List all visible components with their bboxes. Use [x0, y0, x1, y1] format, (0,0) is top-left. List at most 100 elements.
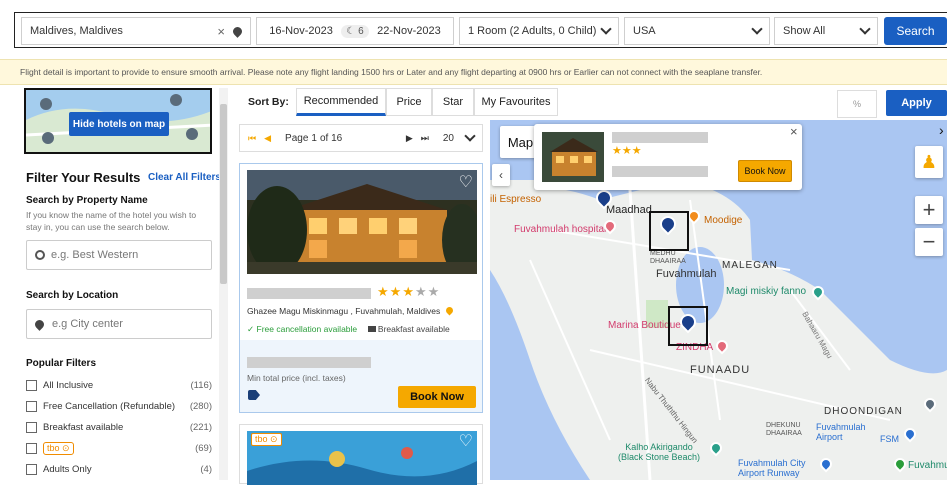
- sort-tab-star[interactable]: Star: [432, 88, 474, 116]
- sort-tab-price[interactable]: Price: [386, 88, 432, 116]
- map-thumbnail[interactable]: Hide hotels on map: [24, 88, 212, 154]
- map-label-dhekunu: DHEKUNU DHAAIRAA: [766, 422, 802, 437]
- checkout-date[interactable]: 22-Nov-2023: [377, 25, 441, 37]
- map-type-label: Map: [507, 134, 534, 150]
- close-icon[interactable]: ×: [790, 124, 798, 139]
- book-now-button[interactable]: Book Now: [398, 386, 476, 408]
- map-hotel-popup[interactable]: ★★★ × Book Now: [534, 124, 802, 190]
- show-select[interactable]: Show All: [774, 17, 878, 45]
- favourite-heart-icon[interactable]: ♡: [459, 172, 473, 192]
- location-search-title: Search by Location: [26, 290, 119, 301]
- filter-tbo[interactable]: tbo ⊙ (69): [26, 440, 212, 456]
- popup-hotel-name-redacted: [612, 132, 708, 143]
- apply-button[interactable]: Apply: [886, 90, 947, 116]
- location-pin-icon[interactable]: [444, 305, 455, 316]
- tbo-badge: tbo ⊙: [43, 441, 74, 455]
- hotel-image[interactable]: tbo ⊙ ♡: [247, 431, 477, 485]
- popup-hotel-image[interactable]: [542, 132, 604, 182]
- hide-map-button[interactable]: Hide hotels on map: [69, 112, 169, 136]
- last-page-icon[interactable]: ⏭: [421, 133, 429, 144]
- highlighted-pin-frame: [649, 211, 689, 251]
- checkbox[interactable]: [26, 379, 37, 391]
- checkbox[interactable]: [26, 442, 37, 454]
- property-search-title: Search by Property Name: [26, 195, 148, 206]
- map-label-maadhad: Maadhad: [606, 204, 652, 216]
- filter-breakfast[interactable]: Breakfast available (221): [26, 419, 212, 435]
- star-icon: ★: [402, 284, 415, 299]
- star-empty-icon: ★: [414, 284, 428, 299]
- sort-tab-favourites[interactable]: My Favourites: [474, 88, 558, 116]
- property-search-placeholder: e.g. Best Western: [51, 249, 139, 261]
- nights-badge: ☾ 6: [341, 24, 369, 38]
- map-label-dhoondigan: DHOONDIGAN: [824, 406, 903, 417]
- map-collapse-icon[interactable]: ‹: [492, 164, 510, 186]
- map-label-malegan: MALEGAN: [722, 260, 778, 271]
- sort-tab-recommended[interactable]: Recommended: [296, 88, 386, 116]
- rooms-select[interactable]: 1 Room (2 Adults, 0 Child): [459, 17, 619, 45]
- search-button[interactable]: Search: [884, 17, 947, 45]
- hotel-address-text: Ghazee Magu Miskinmagu , Fuvahmulah, Mal…: [247, 306, 441, 316]
- filter-label: All Inclusive: [43, 379, 94, 391]
- per-page-select[interactable]: 20: [443, 130, 476, 144]
- checkin-date[interactable]: 16-Nov-2023: [269, 25, 333, 37]
- nationality-select[interactable]: USA: [624, 17, 770, 45]
- property-search-input[interactable]: e.g. Best Western: [26, 240, 212, 270]
- location-pin-icon: [33, 317, 46, 331]
- filter-label: Free Cancellation (Refundable): [43, 400, 176, 412]
- nights-count: 6: [358, 25, 364, 37]
- clear-icon[interactable]: ×: [217, 24, 225, 39]
- popular-filters-title: Popular Filters: [26, 358, 97, 369]
- page-text: Page: [285, 132, 309, 144]
- filter-adults-only[interactable]: Adults Only (4): [26, 461, 212, 477]
- zoom-in-icon[interactable]: +: [915, 196, 943, 224]
- percent-input[interactable]: %: [837, 90, 877, 118]
- search-icon: [35, 250, 45, 260]
- map-label-espresso: ili Espresso: [490, 194, 542, 205]
- show-value: Show All: [783, 25, 826, 37]
- chevron-down-icon: [464, 130, 476, 142]
- checkbox[interactable]: [26, 400, 37, 412]
- filter-count: (221): [189, 421, 212, 433]
- flight-notice: Flight detail is important to provide to…: [0, 59, 947, 85]
- location-search-placeholder: e.g City center: [52, 318, 123, 330]
- moon-icon: ☾: [346, 25, 356, 37]
- sidebar-scrollbar-thumb[interactable]: [220, 104, 227, 284]
- filter-count: (69): [195, 442, 212, 454]
- prev-page-icon[interactable]: ◀: [264, 133, 271, 144]
- nationality-value: USA: [633, 25, 656, 37]
- breakfast-text: Breakfast available: [377, 324, 450, 334]
- map-label-kalho: Kalho Akirigando (Black Stone Beach): [618, 442, 701, 462]
- date-range-field[interactable]: 16-Nov-2023 ☾ 6 22-Nov-2023: [256, 17, 454, 45]
- first-page-icon[interactable]: ⏮: [248, 133, 256, 144]
- favourite-heart-icon[interactable]: ♡: [459, 431, 473, 451]
- clear-filters-link[interactable]: Clear All Filters: [148, 172, 221, 183]
- chevron-down-icon: [600, 23, 612, 35]
- popup-star-rating: ★★★: [612, 144, 642, 157]
- zoom-out-icon[interactable]: −: [915, 228, 943, 256]
- checkbox[interactable]: [26, 421, 37, 433]
- destination-field[interactable]: Maldives, Maldives ×: [21, 17, 251, 45]
- checkbox[interactable]: [26, 463, 37, 475]
- breakfast-icon: [367, 326, 376, 332]
- hotel-card[interactable]: ♡ ★★★★★ Ghazee Magu Miskinmagu , Fuvahmu…: [239, 163, 483, 413]
- next-page-icon[interactable]: ▶: [406, 133, 413, 144]
- filter-all-inclusive[interactable]: All Inclusive (116): [26, 377, 212, 393]
- location-search-input[interactable]: e.g City center: [26, 309, 212, 339]
- hotel-card-top: ♡ ★★★★★ Ghazee Magu Miskinmagu , Fuvahmu…: [240, 164, 482, 340]
- filter-free-cancellation[interactable]: Free Cancellation (Refundable) (280): [26, 398, 212, 414]
- map-expand-icon[interactable]: ›: [939, 122, 944, 138]
- tbo-badge: tbo ⊙: [251, 433, 282, 446]
- free-cancel-text: Free cancellation available: [256, 324, 358, 334]
- star-icon: ★: [631, 145, 642, 157]
- hotel-image[interactable]: ♡: [247, 170, 477, 274]
- filter-count: (4): [200, 463, 212, 475]
- info-icon: ⊙: [270, 434, 278, 444]
- map-label-airport: Fuvahmulah Airport: [816, 422, 866, 442]
- hotel-card[interactable]: tbo ⊙ ♡: [239, 424, 483, 485]
- street-view-pegman-icon[interactable]: ♟: [915, 146, 943, 178]
- popup-book-now-button[interactable]: Book Now: [738, 160, 792, 182]
- map-label-fuvahmu: Fuvahmu: [908, 460, 947, 471]
- star-icon: ★: [612, 145, 622, 157]
- location-pin-icon[interactable]: [231, 24, 244, 38]
- chevron-down-icon: [751, 23, 763, 35]
